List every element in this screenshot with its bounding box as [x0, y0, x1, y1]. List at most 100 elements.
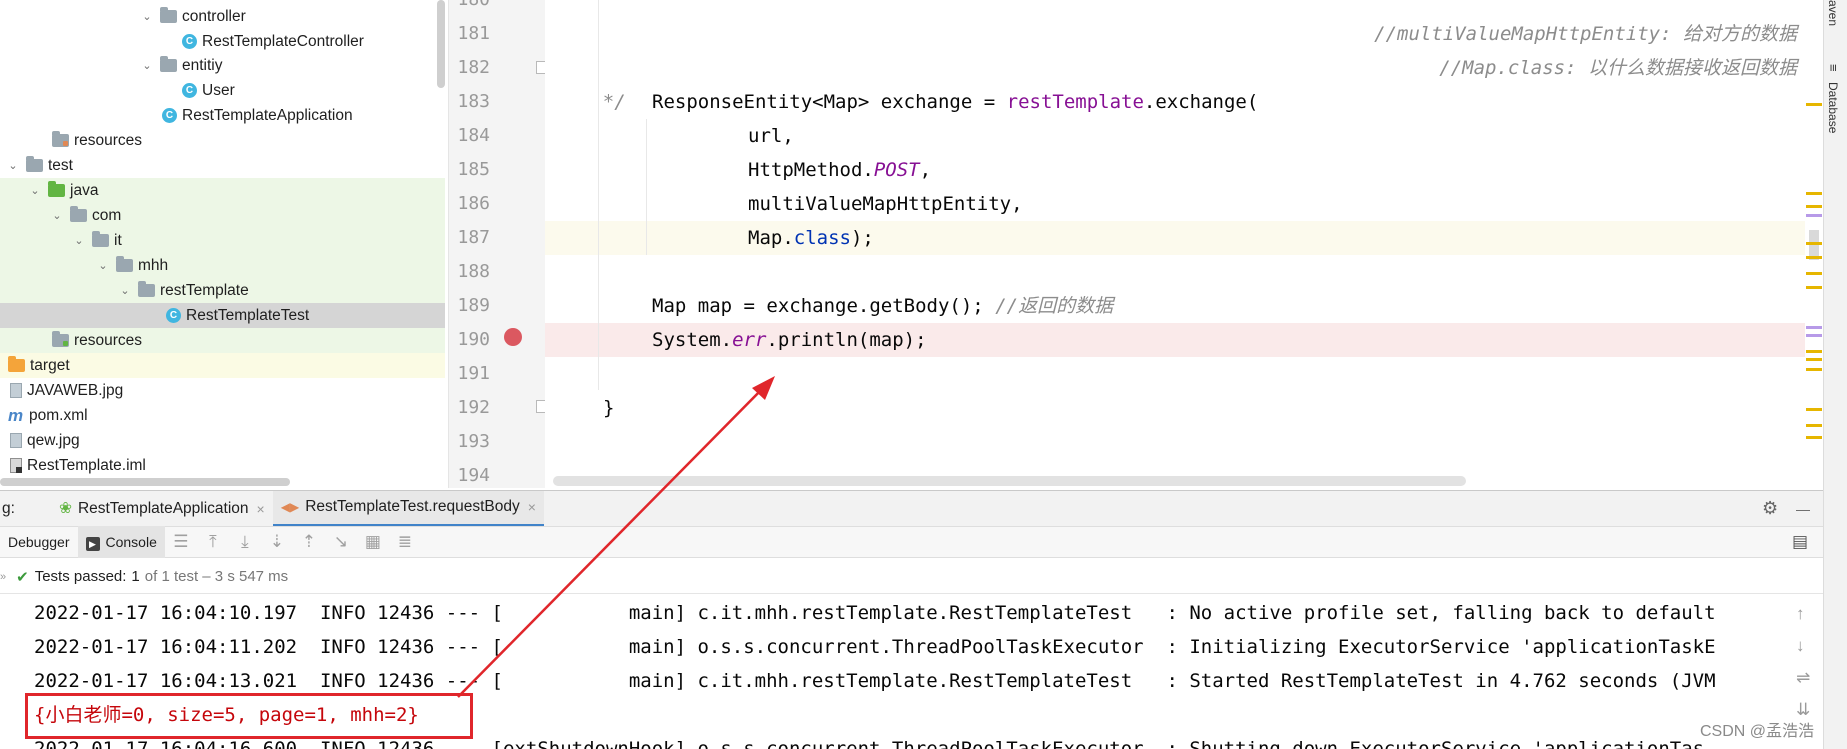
tree-item-resttemplatetest[interactable]: C RestTemplateTest [0, 303, 445, 328]
tree-item-com[interactable]: ⌄ com [0, 203, 445, 228]
warning-marker[interactable] [1806, 350, 1822, 353]
warning-marker[interactable] [1806, 436, 1822, 439]
tab-label: Console [105, 534, 157, 550]
warning-marker[interactable] [1806, 408, 1822, 411]
line-number: 184 [457, 125, 490, 146]
tree-horizontal-scrollbar[interactable] [0, 478, 290, 486]
chevron-down-icon[interactable]: ⌄ [118, 284, 132, 297]
warning-marker[interactable] [1806, 286, 1822, 289]
tree-item-entitiy[interactable]: ⌄ entitiy [0, 53, 445, 78]
code-line: ResponseEntity<Map> exchange = restTempl… [545, 85, 1807, 119]
line-number: 192 [457, 397, 490, 418]
tree-item-label: test [48, 156, 73, 174]
tab-console[interactable]: ▶ Console [77, 526, 165, 558]
chevron-down-icon[interactable]: ⌄ [6, 159, 20, 172]
tree-item-pom-xml[interactable]: m pom.xml [0, 403, 445, 428]
code-token: . [782, 227, 794, 249]
settings-icon[interactable]: ⚙ [1762, 498, 1778, 519]
trace-icon[interactable]: ≣ [389, 532, 421, 552]
chevron-down-icon[interactable]: ⌄ [72, 234, 86, 247]
warning-marker[interactable] [1806, 242, 1822, 245]
tree-item-qew-jpg[interactable]: qew.jpg [0, 428, 445, 453]
minimize-icon[interactable]: — [1796, 501, 1810, 517]
tree-item-label: User [202, 81, 235, 99]
chevron-down-icon[interactable]: ⌄ [28, 184, 42, 197]
chevron-down-icon[interactable]: ⌄ [96, 259, 110, 272]
console-line: 2022-01-17 16:04:10.197 INFO 12436 --- [… [34, 602, 1716, 624]
tree-item-java[interactable]: ⌄ java [0, 178, 445, 203]
folder-icon [26, 156, 43, 172]
warning-marker[interactable] [1806, 272, 1822, 275]
run-prefix: g: [2, 499, 15, 517]
database-tool-button[interactable]: Database [1826, 82, 1840, 133]
line-number: 185 [457, 159, 490, 180]
tree-vertical-scrollbar[interactable] [437, 0, 445, 88]
class-icon: C [182, 83, 197, 98]
breakpoint-icon[interactable] [504, 328, 522, 346]
step-over-icon[interactable]: ⤓ [229, 532, 261, 552]
close-icon[interactable]: × [528, 499, 536, 515]
code-token: .println(map); [766, 329, 927, 351]
evaluate-expression-icon[interactable]: ▦ [357, 532, 389, 552]
tab-debugger[interactable]: Debugger [0, 526, 78, 558]
package-icon [116, 256, 133, 272]
code-token: class [793, 227, 851, 249]
chevron-down-icon[interactable]: ⌄ [50, 209, 64, 222]
tree-item-test[interactable]: ⌄ test [0, 153, 445, 178]
tree-item-resources-main[interactable]: resources [0, 128, 445, 153]
warning-marker[interactable] [1806, 103, 1822, 106]
warning-marker[interactable] [1806, 358, 1822, 361]
warning-marker[interactable] [1806, 205, 1822, 208]
editor-horizontal-scrollbar[interactable] [553, 476, 1466, 486]
tests-passed-count: 1 [131, 568, 140, 585]
tree-item-user[interactable]: C User [0, 78, 445, 103]
warning-marker[interactable] [1806, 368, 1822, 371]
tab-resttemplateapplication[interactable]: ❀ RestTemplateApplication × [51, 491, 273, 527]
tree-item-resources-test[interactable]: resources [0, 328, 445, 353]
warning-marker[interactable] [1806, 424, 1822, 427]
tree-item-resttemplate-iml[interactable]: RestTemplate.iml [0, 453, 445, 478]
chevron-down-icon[interactable]: ⌄ [140, 10, 154, 23]
indent-guide [646, 119, 647, 255]
usage-marker[interactable] [1806, 334, 1822, 337]
close-icon[interactable]: × [257, 501, 265, 517]
usage-marker[interactable] [1806, 326, 1822, 329]
show-execution-point-icon[interactable]: ⤒ [197, 532, 229, 552]
usage-marker[interactable] [1806, 214, 1822, 217]
chevron-left-icon[interactable]: » [0, 571, 6, 583]
tree-item-label: target [30, 356, 70, 374]
code-editor[interactable]: //multiValueMapHttpEntity: 给对方的数据 //Map.… [545, 0, 1807, 488]
maven-tool-button[interactable]: Maven [1826, 0, 1840, 26]
tree-item-label: java [70, 181, 99, 199]
warning-marker[interactable] [1806, 192, 1822, 195]
line-number: 193 [457, 431, 490, 452]
tree-item-controller[interactable]: ⌄ controller [0, 4, 445, 29]
run-to-cursor-icon[interactable]: ↘ [325, 532, 357, 552]
soft-wrap-icon[interactable]: ⇌ [1796, 668, 1810, 688]
scroll-down-icon[interactable]: ↓ [1796, 636, 1805, 656]
tree-item-mhh[interactable]: ⌄ mhh [0, 253, 445, 278]
line-number: 194 [457, 465, 490, 486]
chevron-down-icon[interactable]: ⌄ [140, 59, 154, 72]
tab-resttemplatetest-requestbody[interactable]: ◀▶ RestTemplateTest.requestBody × [272, 490, 544, 527]
scroll-up-icon[interactable]: ↑ [1796, 604, 1805, 624]
console-line: 2022-01-17 16:04:11.202 INFO 12436 --- [… [34, 636, 1716, 658]
tree-item-it[interactable]: ⌄ it [0, 228, 445, 253]
tree-item-resttemplateapplication[interactable]: C RestTemplateApplication [0, 103, 445, 128]
tree-item-label: RestTemplate.iml [27, 456, 146, 474]
step-into-icon[interactable]: ⇣ [261, 532, 293, 552]
tree-item-resttemplate[interactable]: ⌄ restTemplate [0, 278, 445, 303]
tree-item-label: it [114, 231, 122, 249]
step-out-icon[interactable]: ⇡ [293, 532, 325, 552]
layout-icon[interactable]: ▤ [1784, 532, 1816, 552]
code-line: Map map = exchange.getBody(); //返回的数据 [545, 289, 1807, 323]
threads-icon[interactable]: ☰ [165, 532, 197, 552]
code-token: err [732, 329, 767, 351]
tree-item-javaweb-jpg[interactable]: JAVAWEB.jpg [0, 378, 445, 403]
tree-item-resttemplatecontroller[interactable]: C RestTemplateController [0, 29, 445, 54]
tree-item-label: RestTemplateTest [186, 306, 310, 324]
tree-item-target[interactable]: target [0, 353, 445, 378]
code-token: ); [850, 227, 874, 249]
watermark: CSDN @孟浩浩 [1700, 723, 1815, 740]
warning-marker[interactable] [1806, 256, 1822, 259]
